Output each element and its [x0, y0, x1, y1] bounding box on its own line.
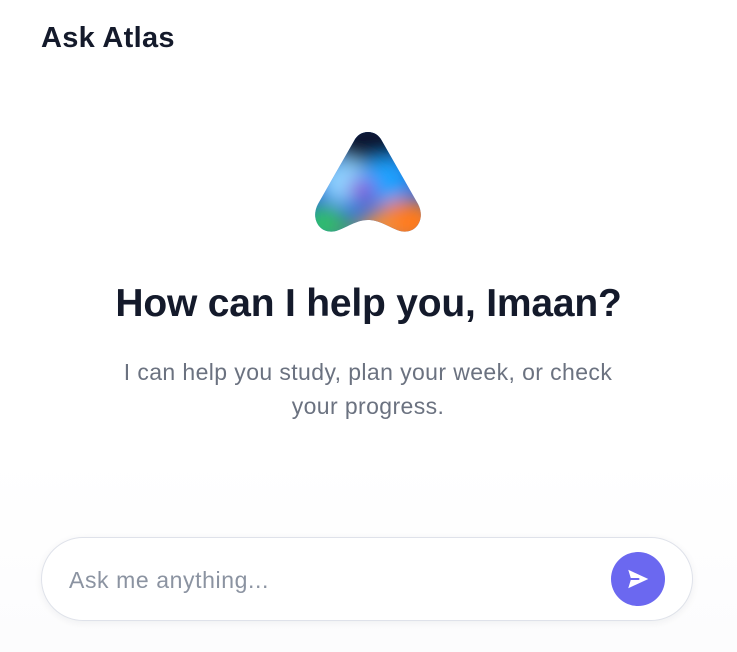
- page-title: Ask Atlas: [41, 22, 175, 54]
- atlas-logo-icon: [312, 130, 424, 236]
- welcome-headline: How can I help you, Imaan?: [115, 282, 622, 325]
- chat-input[interactable]: [69, 558, 589, 602]
- ask-atlas-page: Ask Atlas How can I help you, Imaan? I c…: [0, 0, 737, 652]
- welcome-subtext: I can help you study, plan your week, or…: [123, 359, 613, 419]
- chat-composer: [41, 537, 693, 621]
- send-button[interactable]: [611, 552, 665, 606]
- send-icon: [627, 568, 650, 590]
